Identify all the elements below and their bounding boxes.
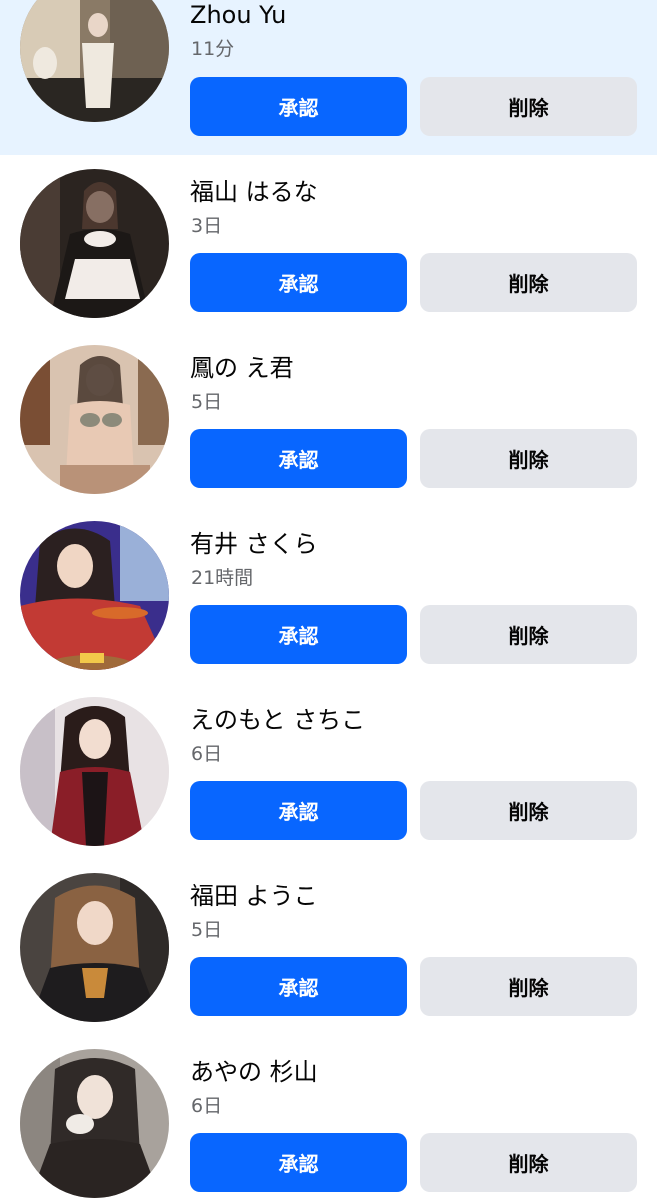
friend-request-row[interactable]: 福田 ようこ 5日 承認 削除 [0,859,657,1035]
avatar[interactable] [20,873,169,1022]
friend-request-row[interactable]: あやの 杉山 6日 承認 削除 [0,1035,657,1199]
delete-button[interactable]: 削除 [420,781,637,840]
confirm-button[interactable]: 承認 [190,1133,407,1192]
friend-request-row[interactable]: 福山 はるな 3日 承認 削除 [0,155,657,331]
requester-name[interactable]: 有井 さくら [190,529,318,559]
request-time: 5日 [191,391,223,413]
delete-button[interactable]: 削除 [420,429,637,488]
friend-request-row[interactable]: えのもと さちこ 6日 承認 削除 [0,683,657,859]
friend-request-list: Zhou Yu 11分 承認 削除 福山 はるな 3日 承認 削除 鳳の え君 … [0,0,657,1199]
delete-button[interactable]: 削除 [420,77,637,136]
delete-button[interactable]: 削除 [420,957,637,1016]
friend-request-row[interactable]: 鳳の え君 5日 承認 削除 [0,331,657,507]
requester-name[interactable]: あやの 杉山 [190,1057,318,1087]
avatar[interactable] [20,1049,169,1198]
friend-request-row[interactable]: Zhou Yu 11分 承認 削除 [0,0,657,155]
confirm-button[interactable]: 承認 [190,957,407,1016]
request-time: 3日 [191,215,223,237]
request-time: 11分 [191,38,235,60]
avatar[interactable] [20,697,169,846]
requester-name[interactable]: 鳳の え君 [190,353,294,383]
requester-name[interactable]: 福田 ようこ [190,881,318,911]
requester-name[interactable]: えのもと さちこ [190,705,365,735]
confirm-button[interactable]: 承認 [190,253,407,312]
confirm-button[interactable]: 承認 [190,429,407,488]
delete-button[interactable]: 削除 [420,1133,637,1192]
avatar[interactable] [20,345,169,494]
request-time: 6日 [191,1095,223,1117]
request-time: 5日 [191,919,223,941]
avatar[interactable] [20,169,169,318]
confirm-button[interactable]: 承認 [190,781,407,840]
delete-button[interactable]: 削除 [420,253,637,312]
avatar[interactable] [20,0,169,122]
requester-name[interactable]: 福山 はるな [190,177,318,207]
delete-button[interactable]: 削除 [420,605,637,664]
request-time: 21時間 [191,567,254,589]
avatar[interactable] [20,521,169,670]
requester-name[interactable]: Zhou Yu [190,0,286,30]
confirm-button[interactable]: 承認 [190,605,407,664]
confirm-button[interactable]: 承認 [190,77,407,136]
request-time: 6日 [191,743,223,765]
friend-request-row[interactable]: 有井 さくら 21時間 承認 削除 [0,507,657,683]
